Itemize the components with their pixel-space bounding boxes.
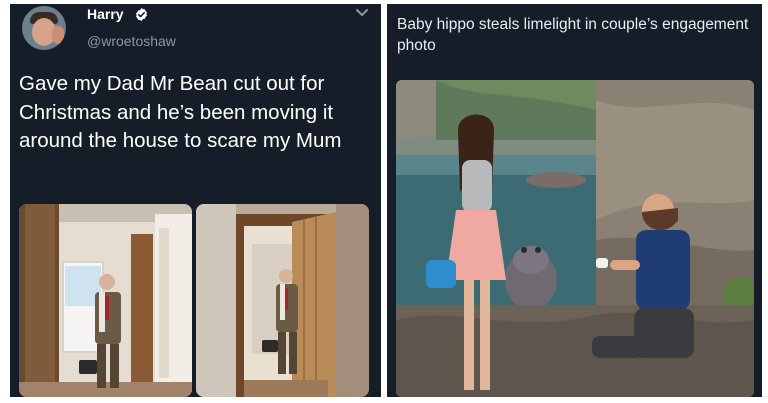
engagement-photo[interactable] — [396, 80, 754, 397]
post-title: Baby hippo steals limelight in couple’s … — [397, 16, 749, 54]
author-handle[interactable]: @wroetoshaw — [87, 33, 176, 49]
tweet-text: Gave my Dad Mr Bean cut out for Christma… — [19, 72, 342, 152]
news-card: Baby hippo steals limelight in couple’s … — [387, 4, 762, 397]
verified-icon — [136, 7, 147, 22]
tweet-card: Harry @wroetoshaw Gave my Dad Mr Bean cu… — [10, 4, 381, 397]
tweet-photo-1[interactable] — [19, 204, 192, 397]
avatar[interactable] — [22, 6, 66, 50]
author-name[interactable]: Harry — [87, 6, 124, 22]
tweet-photo-2[interactable] — [196, 204, 369, 397]
chevron-down-icon[interactable] — [355, 8, 369, 18]
